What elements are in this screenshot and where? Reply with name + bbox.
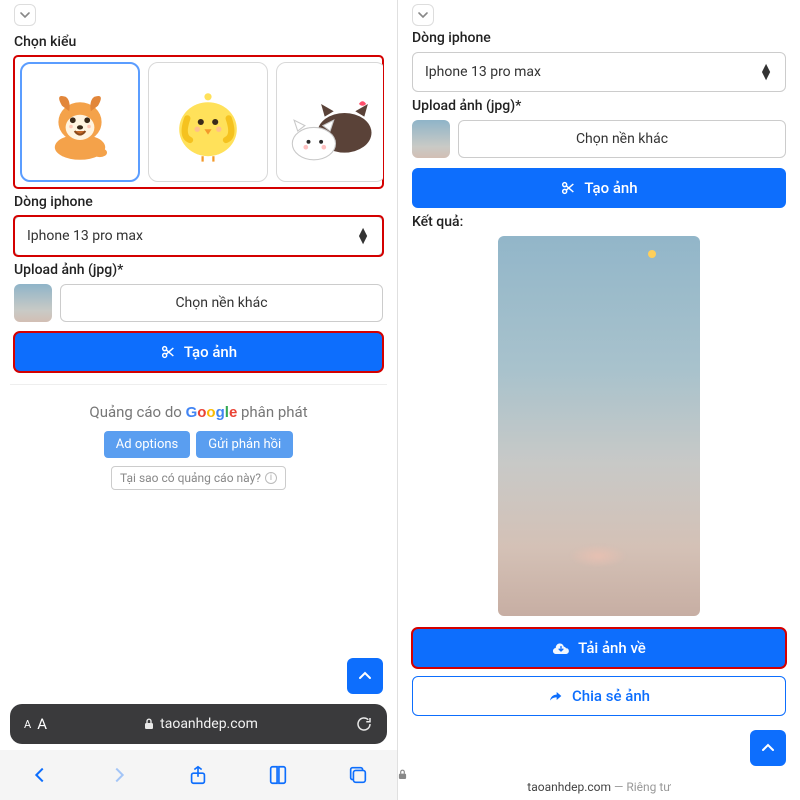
info-icon: i xyxy=(265,472,277,484)
style-option-chicken[interactable] xyxy=(148,62,268,182)
upload-thumbnail[interactable] xyxy=(14,284,52,322)
scroll-top-button[interactable] xyxy=(347,658,383,694)
iphone-select[interactable]: Iphone 13 pro max ▲▼ xyxy=(14,216,383,256)
share-arrow-icon xyxy=(548,689,564,703)
safari-url-bar[interactable]: AA taoanhdep.com xyxy=(10,704,387,744)
url-display: taoanhdep.com xyxy=(144,716,258,732)
iphone-select-wrapper: Iphone 13 pro max ▲▼ xyxy=(14,216,383,256)
download-label: Tải ảnh về xyxy=(578,639,646,657)
select-arrows-icon: ▲▼ xyxy=(356,228,370,244)
ads-title: Quảng cáo do Google phân phát xyxy=(20,403,377,421)
collapse-row xyxy=(398,0,800,28)
style-selector xyxy=(14,56,383,188)
result-label: Kết quả: xyxy=(398,208,800,236)
iphone-select[interactable]: Iphone 13 pro max ▲▼ xyxy=(412,52,786,92)
text-size-button[interactable]: AA xyxy=(24,715,47,733)
bookmarks-icon[interactable] xyxy=(266,764,290,786)
upload-thumbnail[interactable] xyxy=(412,120,450,158)
iphone-select-value: Iphone 13 pro max xyxy=(27,228,143,244)
ad-options-button[interactable]: Ad options xyxy=(104,431,190,458)
safari-chrome: AA taoanhdep.com xyxy=(0,704,397,800)
create-image-label: Tạo ảnh xyxy=(584,179,637,197)
tabs-icon[interactable] xyxy=(347,764,369,786)
collapse-row xyxy=(0,0,397,28)
choose-style-label: Chọn kiểu xyxy=(0,28,397,56)
reload-icon[interactable] xyxy=(355,715,373,733)
back-icon[interactable] xyxy=(29,764,51,786)
upload-row: Chọn nền khác xyxy=(14,284,383,322)
send-feedback-button[interactable]: Gửi phản hồi xyxy=(196,431,293,458)
scroll-top-button[interactable] xyxy=(750,730,786,766)
why-ad-button[interactable]: Tại sao có quảng cáo này? i xyxy=(111,466,286,490)
upload-row: Chọn nền khác xyxy=(412,120,786,158)
create-image-label: Tạo ảnh xyxy=(184,343,237,361)
style-option-dog[interactable] xyxy=(20,62,140,182)
forward-icon[interactable] xyxy=(108,764,130,786)
select-arrows-icon: ▲▼ xyxy=(759,64,773,80)
choose-background-button[interactable]: Chọn nền khác xyxy=(60,284,383,322)
google-logo-text: Google xyxy=(186,404,238,421)
chevron-down-icon[interactable] xyxy=(412,4,434,26)
upload-label: Upload ảnh (jpg)* xyxy=(398,92,800,120)
lock-icon xyxy=(398,769,800,780)
share-label: Chia sẻ ảnh xyxy=(572,687,650,705)
google-ads-block: Quảng cáo do Google phân phát Ad options… xyxy=(10,384,387,500)
iphone-section-label: Dòng iphone xyxy=(398,28,800,52)
create-image-button[interactable]: Tạo ảnh xyxy=(14,332,383,372)
left-screenshot: Chọn kiểu xyxy=(0,0,398,800)
create-image-button[interactable]: Tạo ảnh xyxy=(412,168,786,208)
style-option-cats[interactable] xyxy=(276,62,383,182)
iphone-section-label: Dòng iphone xyxy=(0,188,397,216)
scissors-icon xyxy=(160,344,176,360)
upload-label: Upload ảnh (jpg)* xyxy=(0,256,397,284)
choose-background-button[interactable]: Chọn nền khác xyxy=(458,120,786,158)
scissors-icon xyxy=(560,180,576,196)
chevron-down-icon[interactable] xyxy=(14,4,36,26)
result-container xyxy=(412,236,786,616)
share-icon[interactable] xyxy=(187,763,209,787)
cloud-download-icon xyxy=(552,640,570,656)
share-image-button[interactable]: Chia sẻ ảnh xyxy=(412,676,786,716)
right-screenshot: Dòng iphone Iphone 13 pro max ▲▼ Upload … xyxy=(398,0,800,800)
safari-toolbar xyxy=(0,750,397,800)
iphone-select-wrapper: Iphone 13 pro max ▲▼ xyxy=(412,52,786,92)
lock-icon xyxy=(144,718,154,730)
download-image-button[interactable]: Tải ảnh về xyxy=(412,628,786,668)
iphone-select-value: Iphone 13 pro max xyxy=(425,64,541,80)
result-image xyxy=(498,236,700,616)
footer-url: taoanhdep.com — Riêng tư xyxy=(398,769,800,794)
